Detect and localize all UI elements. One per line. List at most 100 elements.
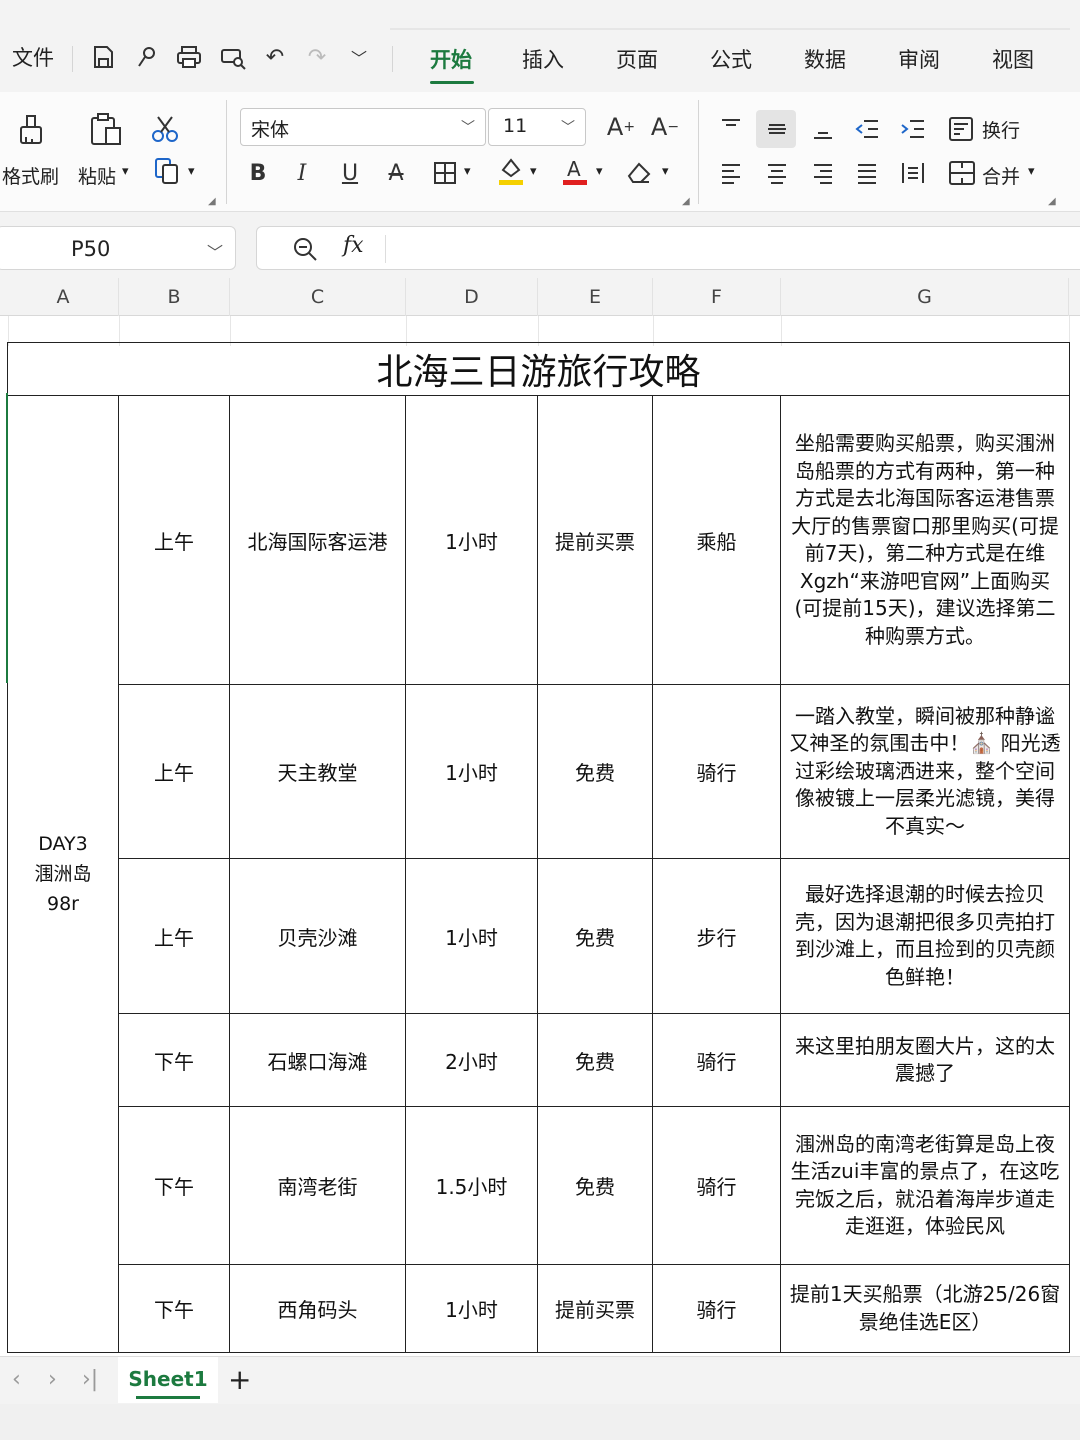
transport-cell[interactable]: 乘船	[652, 395, 781, 685]
paste-chevron-icon[interactable]: ▾	[122, 164, 129, 179]
ticket-cell[interactable]: 提前买票	[537, 1264, 653, 1353]
ticket-cell[interactable]: 免费	[537, 684, 653, 859]
file-menu[interactable]: 文件	[12, 42, 54, 72]
duration-cell[interactable]: 1小时	[405, 858, 538, 1014]
border-icon[interactable]	[430, 156, 460, 190]
undo-icon[interactable]: ↶	[260, 42, 290, 72]
note-cell[interactable]: 提前1天买船票（北游25/26窗景绝佳选E区）	[779, 1264, 1071, 1353]
time-cell[interactable]: 上午	[118, 395, 230, 685]
column-header-e[interactable]: E	[538, 278, 653, 316]
name-box[interactable]: P50 ﹀	[0, 226, 236, 270]
tab-view[interactable]: 视图	[992, 44, 1034, 74]
duration-cell[interactable]: 1小时	[405, 1264, 538, 1353]
add-sheet-icon[interactable]: +	[228, 1363, 251, 1396]
ticket-cell[interactable]: 免费	[537, 1013, 653, 1107]
time-cell[interactable]: 下午	[118, 1106, 230, 1265]
merge-label[interactable]: 合并	[982, 162, 1020, 189]
decrease-font-icon[interactable]: A −	[648, 110, 682, 144]
print-preview-icon[interactable]	[218, 42, 248, 72]
cut-icon[interactable]	[148, 112, 182, 146]
column-header-a[interactable]: A	[8, 278, 119, 316]
tab-home[interactable]: 开始	[430, 44, 472, 74]
increase-font-icon[interactable]: A +	[604, 110, 638, 144]
chevron-down-icon[interactable]: ﹀	[344, 42, 374, 72]
place-cell[interactable]: 天主教堂	[229, 684, 406, 859]
share-icon[interactable]	[132, 42, 162, 72]
duration-cell[interactable]: 1小时	[405, 395, 538, 685]
increase-indent-icon[interactable]	[898, 112, 928, 146]
place-cell[interactable]: 北海国际客运港	[229, 395, 406, 685]
time-cell[interactable]: 下午	[118, 1013, 230, 1107]
note-cell[interactable]: 涠洲岛的南湾老街算是岛上夜生活zui丰富的景点了，在这吃完饭之后，就沿着海岸步道…	[779, 1106, 1071, 1265]
day-cell[interactable]: DAY3 涠洲岛 98r	[7, 395, 119, 1353]
merge-cells-icon[interactable]	[946, 156, 978, 190]
formula-input[interactable]: fx	[256, 226, 1080, 270]
spreadsheet-grid[interactable]: 北海三日游旅行攻略 DAY3 涠洲岛 98r 上午 北海国际客运港 1小时 提前…	[0, 316, 1080, 1356]
fill-color-chevron-icon[interactable]: ▾	[530, 164, 537, 179]
wrap-text-icon[interactable]	[946, 112, 978, 146]
align-bottom-icon[interactable]	[808, 112, 838, 146]
last-sheet-icon[interactable]: ›|	[82, 1367, 98, 1392]
table-title[interactable]: 北海三日游旅行攻略	[6, 342, 1071, 396]
sheet-tab-sheet1[interactable]: Sheet1	[118, 1357, 218, 1403]
clear-format-chevron-icon[interactable]: ▾	[662, 164, 669, 179]
tab-formula[interactable]: 公式	[710, 44, 752, 74]
format-painter-label[interactable]: 格式刷	[2, 162, 59, 189]
align-center-icon[interactable]	[762, 156, 792, 190]
expand-corner-icon[interactable]: ◢	[1048, 196, 1056, 207]
align-right-icon[interactable]	[808, 156, 838, 190]
function-icon[interactable]: fx	[343, 233, 364, 258]
font-color-icon[interactable]: A	[560, 154, 590, 188]
column-header-f[interactable]: F	[653, 278, 781, 316]
transport-cell[interactable]: 步行	[652, 858, 781, 1014]
tab-insert[interactable]: 插入	[522, 44, 564, 74]
wrap-text-label[interactable]: 换行	[982, 116, 1020, 143]
print-icon[interactable]	[174, 42, 204, 72]
decrease-indent-icon[interactable]	[852, 112, 882, 146]
clear-format-icon[interactable]	[624, 156, 654, 190]
duration-cell[interactable]: 1小时	[405, 684, 538, 859]
ticket-cell[interactable]: 免费	[537, 858, 653, 1014]
tab-review[interactable]: 审阅	[898, 44, 940, 74]
column-header-c[interactable]: C	[230, 278, 406, 316]
place-cell[interactable]: 贝壳沙滩	[229, 858, 406, 1014]
time-cell[interactable]: 下午	[118, 1264, 230, 1353]
tab-data[interactable]: 数据	[804, 44, 846, 74]
note-cell[interactable]: 坐船需要购买船票，购买涠洲岛船票的方式有两种，第一种方式是去北海国际客运港售票大…	[779, 395, 1071, 685]
column-header-g[interactable]: G	[781, 278, 1069, 316]
save-icon[interactable]	[88, 42, 118, 72]
fill-color-icon[interactable]	[496, 154, 526, 188]
strikethrough-icon[interactable]: A	[382, 156, 410, 190]
align-middle-icon[interactable]	[762, 112, 792, 146]
copy-chevron-icon[interactable]: ▾	[188, 164, 195, 179]
transport-cell[interactable]: 骑行	[652, 1264, 781, 1353]
font-name-select[interactable]: 宋体 ﹀	[240, 108, 486, 146]
chevron-right-icon[interactable]: ›	[48, 1367, 57, 1392]
chevron-left-icon[interactable]: ‹	[12, 1367, 21, 1392]
note-cell[interactable]: 最好选择退潮的时候去捡贝壳，因为退潮把很多贝壳拍打到沙滩上，而且捡到的贝壳颜色鲜…	[779, 858, 1071, 1014]
time-cell[interactable]: 上午	[118, 684, 230, 859]
tab-page[interactable]: 页面	[616, 44, 658, 74]
border-chevron-icon[interactable]: ▾	[464, 164, 471, 179]
duration-cell[interactable]: 2小时	[405, 1013, 538, 1107]
column-header-d[interactable]: D	[406, 278, 538, 316]
expand-corner-icon[interactable]: ◢	[208, 196, 216, 207]
format-painter-icon[interactable]	[10, 110, 50, 150]
italic-icon[interactable]: I	[288, 156, 316, 190]
justify-icon[interactable]	[852, 156, 882, 190]
note-cell[interactable]: 来这里拍朋友圈大片，这的太震撼了	[779, 1013, 1071, 1107]
redo-icon[interactable]: ↷	[302, 42, 332, 72]
transport-cell[interactable]: 骑行	[652, 684, 781, 859]
expand-corner-icon[interactable]: ◢	[682, 196, 690, 207]
note-cell[interactable]: 一踏入教堂，瞬间被那种静谧又神圣的氛围击中！⛪ 阳光透过彩绘玻璃洒进来，整个空间…	[779, 684, 1071, 859]
align-left-icon[interactable]	[716, 156, 746, 190]
underline-icon[interactable]: U	[336, 156, 364, 190]
paste-label[interactable]: 粘贴	[78, 162, 116, 189]
place-cell[interactable]: 西角码头	[229, 1264, 406, 1353]
duration-cell[interactable]: 1.5小时	[405, 1106, 538, 1265]
transport-cell[interactable]: 骑行	[652, 1106, 781, 1265]
ticket-cell[interactable]: 免费	[537, 1106, 653, 1265]
font-color-chevron-icon[interactable]: ▾	[596, 164, 603, 179]
font-size-select[interactable]: 11 ﹀	[488, 108, 586, 146]
align-top-icon[interactable]	[716, 112, 746, 146]
